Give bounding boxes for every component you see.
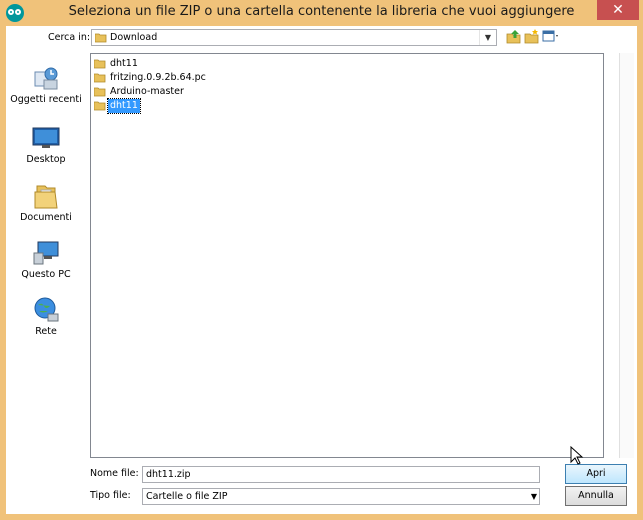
desktop-icon <box>32 124 60 152</box>
folder-icon <box>95 33 107 43</box>
vertical-scrollbar[interactable] <box>619 53 634 458</box>
place-documents[interactable]: Documenti <box>6 182 86 223</box>
close-button[interactable]: ✕ <box>597 0 639 20</box>
open-button[interactable]: Apri <box>565 464 627 484</box>
dialog-body: Cerca in: Download ▼ Oggetti recenti Des… <box>6 26 637 514</box>
look-in-label: Cerca in: <box>48 32 91 43</box>
chevron-down-icon[interactable]: ▼ <box>479 30 496 45</box>
mouse-cursor-icon <box>570 446 584 465</box>
chevron-down-icon[interactable]: ▼ <box>531 489 537 504</box>
folder-icon <box>94 73 106 83</box>
place-label: Documenti <box>20 212 72 223</box>
title-bar[interactable]: Seleziona un file ZIP o una cartella con… <box>0 0 643 26</box>
cancel-button[interactable]: Annulla <box>565 486 627 506</box>
file-name-label: Nome file: <box>90 468 139 479</box>
computer-icon <box>32 239 60 267</box>
recent-items-icon <box>32 64 60 92</box>
look-in-combobox[interactable]: Download ▼ <box>91 29 497 46</box>
folder-icon <box>94 87 106 97</box>
file-type-value: Cartelle o file ZIP <box>146 491 228 502</box>
place-label: Questo PC <box>21 269 71 280</box>
place-desktop[interactable]: Desktop <box>6 124 86 165</box>
file-type-label: Tipo file: <box>90 490 131 501</box>
file-type-select[interactable]: Cartelle o file ZIP ▼ <box>142 488 540 505</box>
file-list[interactable]: dht11 fritzing.0.9.2b.64.pc Arduino-mast… <box>90 53 604 458</box>
place-network[interactable]: Rete <box>6 296 86 337</box>
up-folder-icon[interactable] <box>506 28 522 44</box>
documents-icon <box>32 182 60 210</box>
file-name: dht11 <box>107 98 141 114</box>
network-icon <box>32 296 60 324</box>
file-name-field[interactable]: dht11.zip <box>142 466 540 483</box>
view-menu-icon[interactable] <box>542 28 560 44</box>
place-label: Rete <box>35 326 57 337</box>
dialog-title: Seleziona un file ZIP o una cartella con… <box>68 4 575 19</box>
new-folder-icon[interactable] <box>524 28 540 44</box>
look-in-value: Download <box>110 32 158 43</box>
place-this-pc[interactable]: Questo PC <box>6 239 86 280</box>
dialog-window: Seleziona un file ZIP o una cartella con… <box>0 0 643 520</box>
place-label: Oggetti recenti <box>10 94 82 105</box>
place-recent[interactable]: Oggetti recenti <box>6 64 86 105</box>
file-name: dht11 <box>110 58 138 69</box>
folder-icon <box>94 59 106 69</box>
file-name: fritzing.0.9.2b.64.pc <box>110 72 206 83</box>
file-name: Arduino-master <box>110 86 184 97</box>
folder-icon <box>94 101 106 111</box>
place-label: Desktop <box>26 154 66 165</box>
